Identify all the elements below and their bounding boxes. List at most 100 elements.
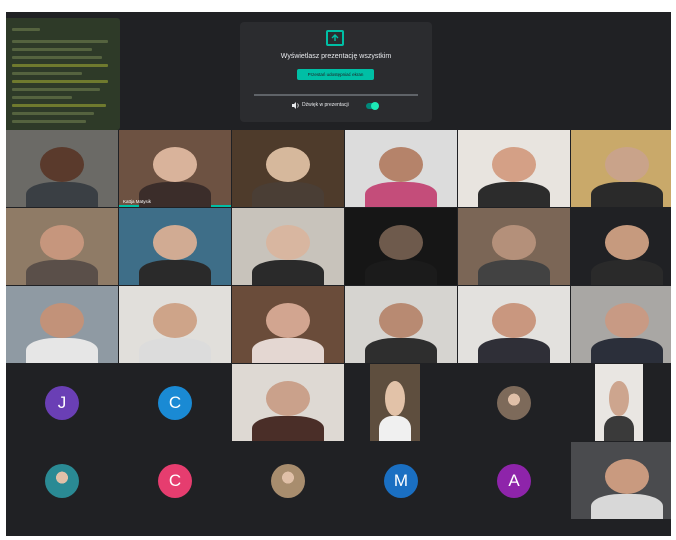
participant-body bbox=[252, 182, 324, 207]
participant-video-tile[interactable] bbox=[595, 364, 643, 441]
participant-avatar-tile[interactable]: M bbox=[345, 442, 458, 520]
participant-video-tile[interactable] bbox=[345, 286, 457, 363]
participant-video-tile[interactable] bbox=[571, 286, 671, 363]
participant-video-tile[interactable] bbox=[458, 286, 570, 363]
participant-avatar-tile[interactable]: C bbox=[119, 364, 232, 442]
participant-face bbox=[152, 224, 198, 261]
participant-body bbox=[591, 494, 663, 519]
presenting-message: Wyświetlasz prezentację wszystkim bbox=[280, 53, 392, 60]
participant-body bbox=[139, 260, 211, 285]
participant-face bbox=[378, 146, 424, 183]
participant-avatar-tile[interactable] bbox=[458, 364, 571, 442]
chat-line bbox=[12, 120, 86, 123]
participant-video-tile[interactable] bbox=[6, 208, 118, 285]
chat-line bbox=[12, 88, 100, 91]
participant-body bbox=[591, 182, 663, 207]
participant-face bbox=[604, 302, 650, 339]
participant-face bbox=[265, 380, 311, 417]
participant-video-tile[interactable] bbox=[458, 130, 570, 207]
participant-face bbox=[491, 302, 537, 339]
avatar: J bbox=[45, 386, 79, 420]
presenting-banner: Wyświetlasz prezentację wszystkim Przest… bbox=[240, 22, 432, 122]
participant-face bbox=[491, 224, 537, 261]
participant-face bbox=[491, 146, 537, 183]
chat-line bbox=[12, 96, 72, 99]
participant-body bbox=[478, 338, 550, 363]
participant-body bbox=[478, 260, 550, 285]
participant-avatar-tile[interactable] bbox=[6, 442, 119, 520]
participant-avatar-tile[interactable] bbox=[232, 442, 345, 520]
participant-face bbox=[265, 146, 311, 183]
participant-face bbox=[265, 302, 311, 339]
chat-line bbox=[12, 28, 40, 31]
avatar bbox=[271, 464, 305, 498]
participant-body bbox=[139, 338, 211, 363]
participant-video-tile[interactable]: Kattja Matysik bbox=[119, 130, 231, 207]
participant-video-tile[interactable] bbox=[232, 364, 344, 441]
participant-face bbox=[378, 224, 424, 261]
participant-face bbox=[604, 146, 650, 183]
participant-video-tile[interactable] bbox=[119, 286, 231, 363]
participant-video-tile[interactable] bbox=[345, 130, 457, 207]
participant-video-tile[interactable] bbox=[232, 286, 344, 363]
presentation-audio-label: Dźwięk w prezentacji bbox=[302, 102, 349, 108]
participant-video-tile[interactable] bbox=[232, 208, 344, 285]
chat-line bbox=[12, 48, 92, 51]
presentation-audio-toggle[interactable] bbox=[366, 102, 379, 110]
avatar: C bbox=[158, 464, 192, 498]
participant-video-tile[interactable] bbox=[571, 130, 671, 207]
chat-line bbox=[12, 64, 108, 67]
chat-line bbox=[12, 40, 108, 43]
participant-body bbox=[379, 416, 411, 441]
participant-face bbox=[604, 458, 650, 495]
divider bbox=[254, 94, 418, 96]
participant-body bbox=[591, 338, 663, 363]
participant-body bbox=[252, 416, 324, 441]
participant-body bbox=[252, 338, 324, 363]
participant-body bbox=[26, 260, 98, 285]
speaker-icon bbox=[292, 102, 299, 109]
participant-face bbox=[152, 146, 198, 183]
participant-video-tile[interactable] bbox=[6, 130, 118, 207]
participant-video-tile[interactable] bbox=[119, 208, 231, 285]
participant-body bbox=[365, 260, 437, 285]
avatar: C bbox=[158, 386, 192, 420]
participant-face bbox=[385, 380, 405, 417]
participant-video-tile[interactable] bbox=[6, 286, 118, 363]
avatar: A bbox=[497, 464, 531, 498]
participant-face bbox=[609, 380, 629, 417]
participant-video-tile[interactable] bbox=[345, 208, 457, 285]
avatar: M bbox=[384, 464, 418, 498]
chat-line bbox=[12, 104, 106, 107]
participant-name: Kattja Matysik bbox=[123, 199, 152, 204]
stop-sharing-button[interactable]: Przestań udostępniać ekran bbox=[297, 69, 374, 80]
meeting-grid: Wyświetlasz prezentację wszystkim Przest… bbox=[6, 12, 671, 536]
participant-body bbox=[365, 182, 437, 207]
chat-line bbox=[12, 56, 102, 59]
participant-avatar-tile[interactable]: C bbox=[119, 442, 232, 520]
participant-body bbox=[26, 338, 98, 363]
participant-video-tile[interactable] bbox=[571, 442, 671, 519]
chat-panel[interactable] bbox=[6, 18, 120, 130]
participant-video-tile[interactable] bbox=[458, 208, 570, 285]
participant-video-tile[interactable] bbox=[370, 364, 420, 441]
participant-face bbox=[265, 224, 311, 261]
participant-face bbox=[604, 224, 650, 261]
participant-avatar-tile[interactable]: J bbox=[6, 364, 119, 442]
participant-face bbox=[39, 302, 85, 339]
present-screen-icon bbox=[326, 30, 344, 46]
participant-video-tile[interactable] bbox=[232, 130, 344, 207]
participant-face bbox=[39, 224, 85, 261]
participant-body bbox=[603, 416, 635, 441]
participant-face bbox=[152, 302, 198, 339]
chat-line bbox=[12, 72, 82, 75]
participant-face bbox=[378, 302, 424, 339]
participant-body bbox=[591, 260, 663, 285]
participant-avatar-tile[interactable]: A bbox=[458, 442, 571, 520]
chat-line bbox=[12, 112, 94, 115]
participant-body bbox=[365, 338, 437, 363]
participant-video-tile[interactable] bbox=[571, 208, 671, 285]
participant-face bbox=[39, 146, 85, 183]
participant-body bbox=[478, 182, 550, 207]
avatar bbox=[45, 464, 79, 498]
